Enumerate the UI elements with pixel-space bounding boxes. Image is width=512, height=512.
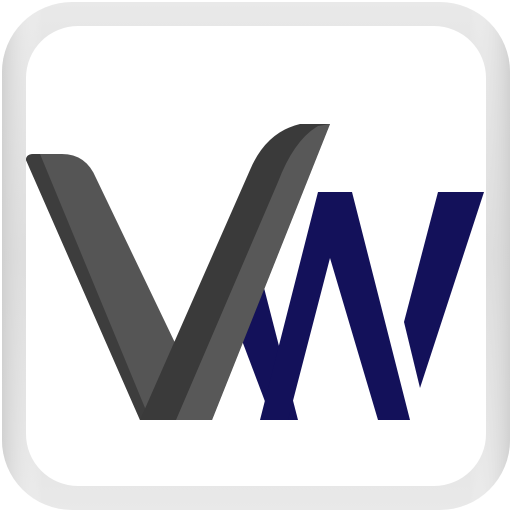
app-icon[interactable] <box>0 0 512 512</box>
vw-logo-icon <box>2 2 510 510</box>
